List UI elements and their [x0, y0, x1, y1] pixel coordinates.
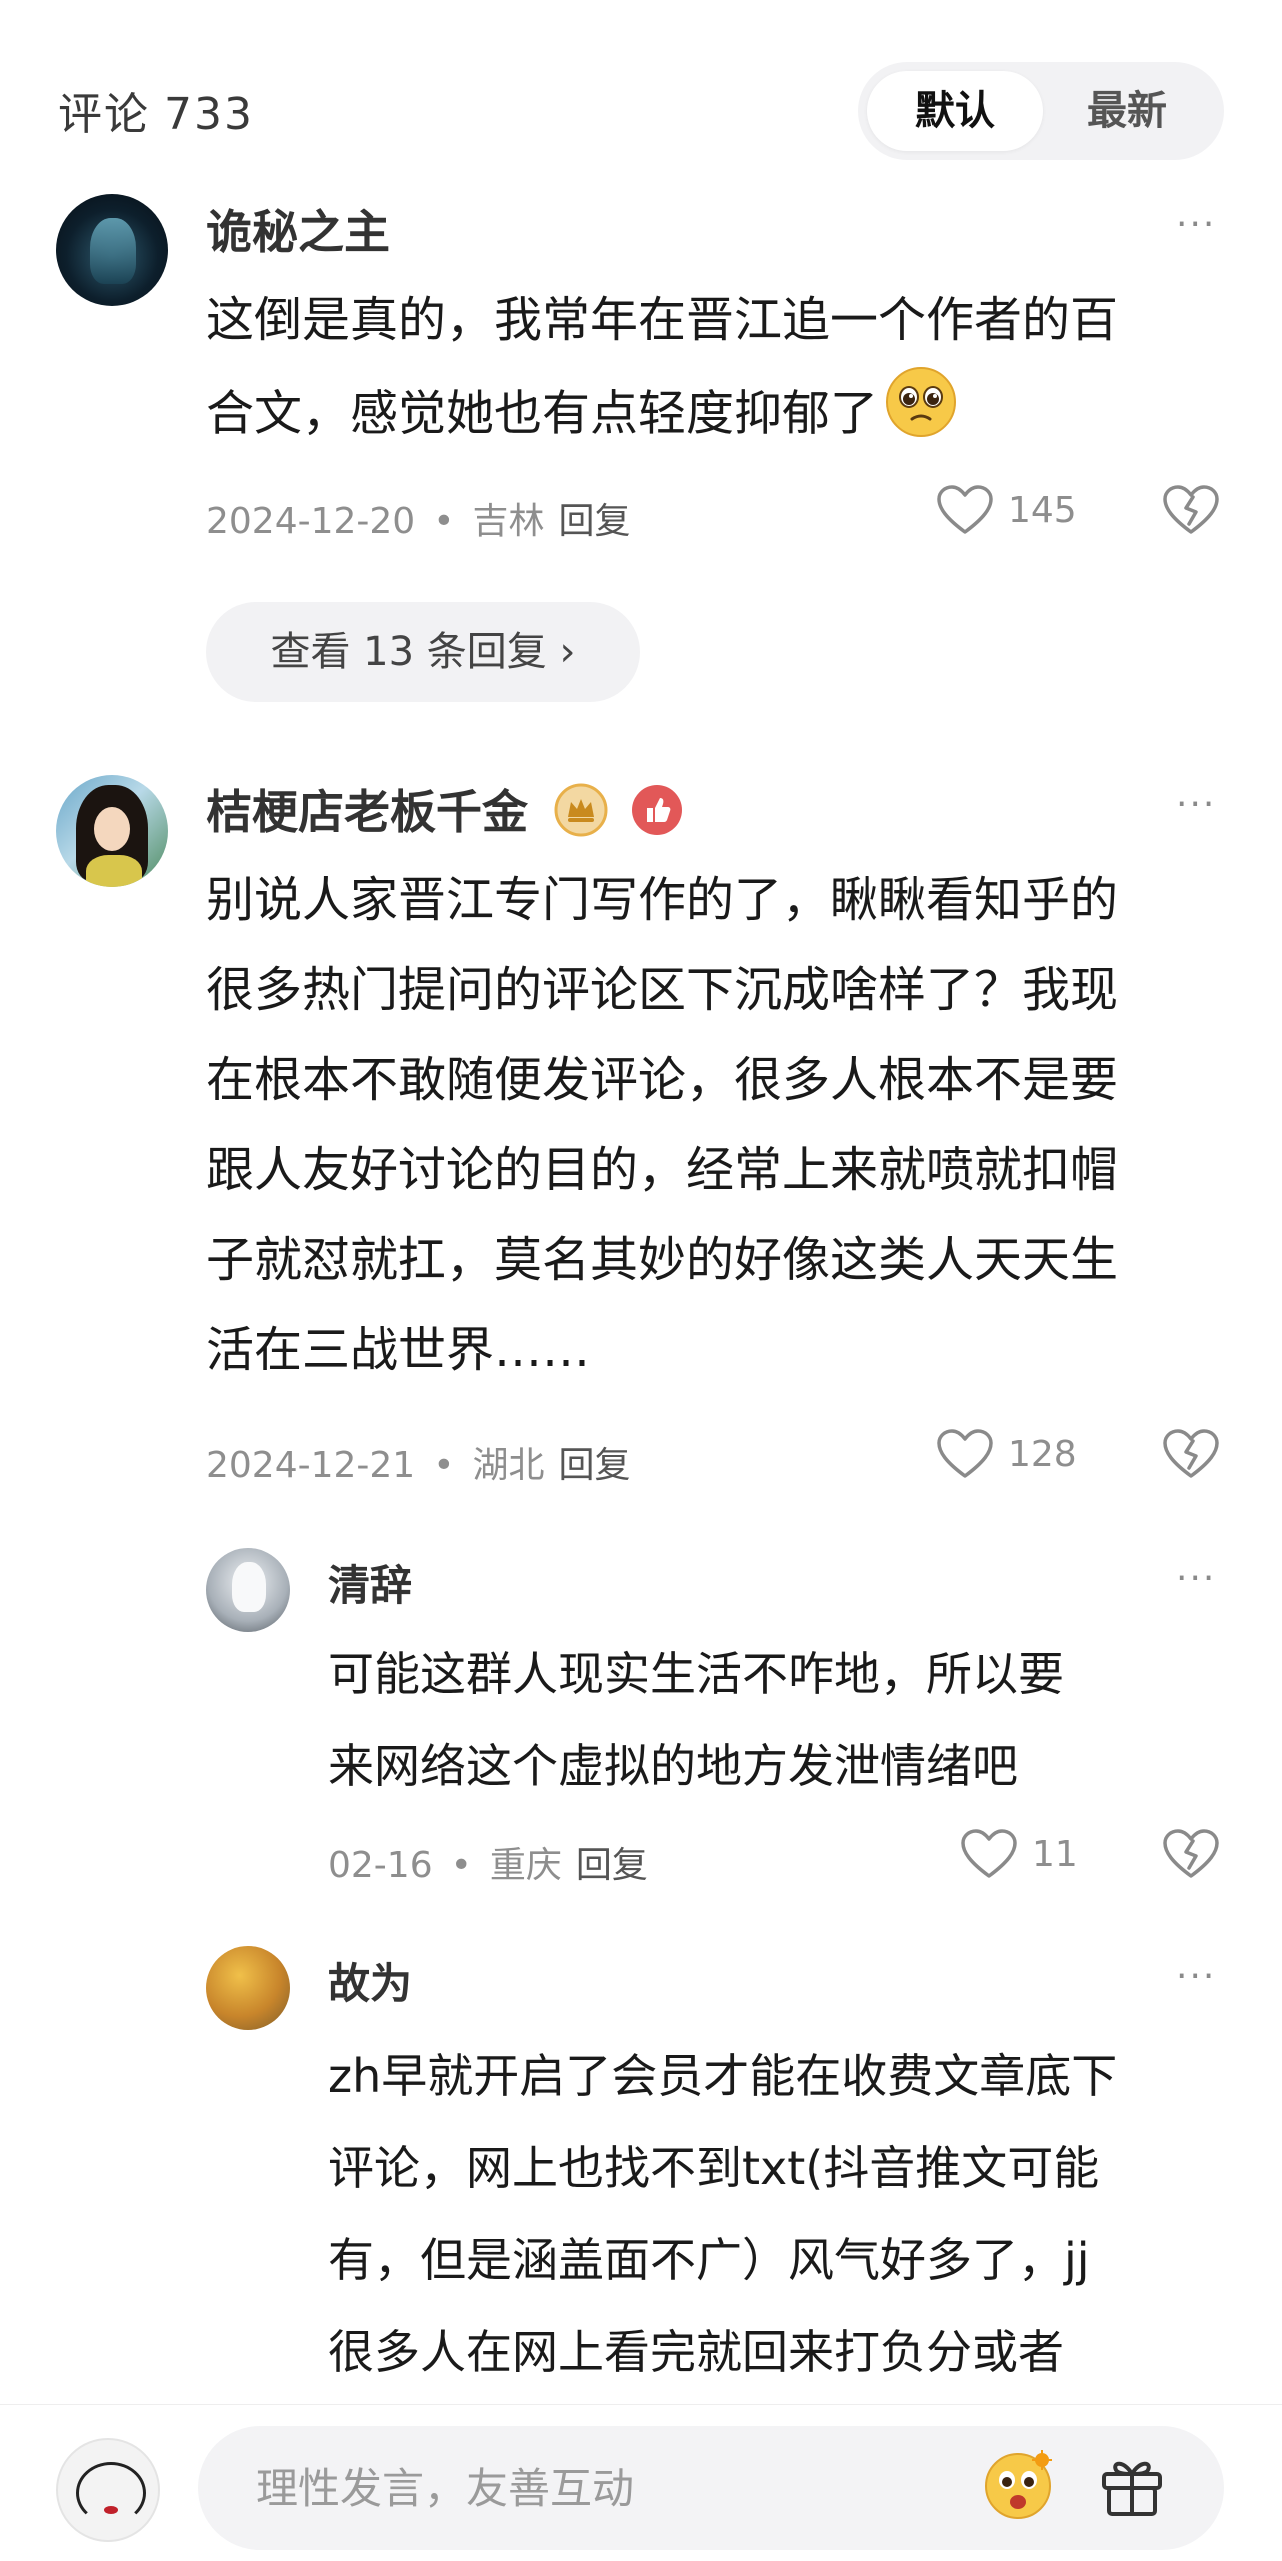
comment-date: 2024-12-20 — [206, 501, 416, 542]
comment-line: 这倒是真的，我常年在晋江追一个作者的百 — [206, 292, 1119, 348]
gift-icon[interactable] — [1094, 2446, 1170, 2522]
dislike-button[interactable] — [1162, 484, 1220, 536]
comment-line: 很多热门提问的评论区下沉成啥样了？我现 — [206, 962, 1119, 1018]
reply-username[interactable]: 故为 — [328, 1950, 412, 2011]
avatar[interactable] — [56, 194, 168, 306]
emoji-face-icon[interactable] — [980, 2446, 1056, 2522]
reply-button[interactable]: 回复 — [558, 501, 630, 542]
avatar[interactable] — [56, 775, 168, 887]
broken-heart-icon — [1162, 485, 1220, 534]
thumbs-up-badge-icon — [630, 783, 684, 848]
avatar[interactable] — [206, 1946, 290, 2030]
reply-button[interactable]: 回复 — [576, 1845, 648, 1886]
comment-line: 在根本不敢随便发评论，很多人根本不是要 — [206, 1052, 1119, 1108]
reply-button[interactable]: 回复 — [558, 1445, 630, 1486]
comment-line: zh早就开启了会员才能在收费文章底下 — [328, 2049, 1118, 2103]
more-options-icon[interactable]: ··· — [1176, 204, 1216, 245]
comment-location: 重庆 — [489, 1845, 562, 1886]
view-replies-label: 查看 13 条回复 — [270, 629, 547, 675]
comment-meta: 2024-12-20 • 吉林 回复 — [206, 501, 631, 542]
broken-heart-icon — [1162, 1429, 1220, 1478]
comment-line: 很多人在网上看完就回来打负分或者 — [328, 2325, 1064, 2379]
comment-line: 子就怼就扛，莫名其妙的好像这类人天天生 — [206, 1232, 1119, 1288]
comment-line: 有，但是涵盖面不广）风气好多了，jj — [328, 2233, 1090, 2287]
comment-line: 活在三战世界…… — [206, 1322, 591, 1378]
chevron-right-icon: › — [559, 629, 576, 675]
dislike-button[interactable] — [1162, 1828, 1220, 1880]
reply-text: 可能这群人现实生活不咋地，所以要 来网络这个虚拟的地方发泄情绪吧 — [328, 1628, 1064, 1812]
comment-line: 跟人友好讨论的目的，经常上来就喷就扣帽 — [206, 1142, 1119, 1198]
sort-toggle: 默认 最新 — [858, 62, 1224, 160]
comment-date: 2024-12-21 — [206, 1445, 416, 1486]
comment-username[interactable]: 桔梗店老板千金 — [206, 785, 528, 839]
heart-outline-icon — [936, 1429, 994, 1478]
comments-title: 评论 — [58, 89, 150, 140]
pleading-face-emoji-icon — [884, 365, 958, 468]
comments-header: 评论 733 — [58, 78, 254, 142]
comment-text: 别说人家晋江专门写作的了，瞅瞅看知乎的 很多热门提问的评论区下沉成啥样了？我现 … — [206, 855, 1118, 1395]
comment-input[interactable] — [198, 2426, 1224, 2550]
my-avatar[interactable] — [56, 2438, 160, 2542]
comment-text: 这倒是真的，我常年在晋江追一个作者的百 合文，感觉她也有点轻度抑郁了 — [206, 275, 1118, 468]
more-options-icon[interactable]: ··· — [1176, 1956, 1216, 1997]
heart-outline-icon — [960, 1829, 1018, 1878]
comment-line: 别说人家晋江专门写作的了，瞅瞅看知乎的 — [206, 872, 1119, 928]
reply-username[interactable]: 清辞 — [328, 1552, 412, 1613]
comment-line: 可能这群人现实生活不咋地，所以要 — [328, 1647, 1064, 1701]
view-replies-button[interactable]: 查看 13 条回复 › — [206, 602, 640, 702]
like-count: 145 — [1008, 489, 1077, 531]
comment-line: 来网络这个虚拟的地方发泄情绪吧 — [328, 1739, 1018, 1793]
comment-line: 合文，感觉她也有点轻度抑郁了 — [206, 365, 1118, 468]
like-button[interactable]: 11 — [960, 1828, 1078, 1880]
like-count: 128 — [1008, 1433, 1077, 1475]
comment-line: 评论，网上也找不到txt(抖音推文可能 — [328, 2141, 1100, 2195]
sort-default-tab[interactable]: 默认 — [867, 71, 1043, 151]
comment-location: 吉林 — [472, 501, 545, 542]
comment-date: 02-16 — [328, 1845, 433, 1886]
like-button[interactable]: 128 — [936, 1428, 1077, 1480]
comment-meta: 2024-12-21 • 湖北 回复 — [206, 1445, 631, 1486]
more-options-icon[interactable]: ··· — [1176, 784, 1216, 825]
dislike-button[interactable] — [1162, 1428, 1220, 1480]
comment-username-row: 桔梗店老板千金 — [206, 776, 684, 848]
reply-meta: 02-16 • 重庆 回复 — [328, 1845, 648, 1886]
crown-badge-icon — [554, 783, 608, 848]
more-options-icon[interactable]: ··· — [1176, 1558, 1216, 1599]
avatar[interactable] — [206, 1548, 290, 1632]
like-count: 11 — [1032, 1833, 1078, 1875]
sort-latest-tab[interactable]: 最新 — [1039, 71, 1215, 151]
comments-count: 733 — [164, 89, 254, 140]
comment-location: 湖北 — [472, 1445, 545, 1486]
heart-outline-icon — [936, 485, 994, 534]
like-button[interactable]: 145 — [936, 484, 1077, 536]
comment-username[interactable]: 诡秘之主 — [206, 196, 390, 262]
broken-heart-icon — [1162, 1829, 1220, 1878]
reply-text: zh早就开启了会员才能在收费文章底下 评论，网上也找不到txt(抖音推文可能 有… — [328, 2030, 1117, 2398]
